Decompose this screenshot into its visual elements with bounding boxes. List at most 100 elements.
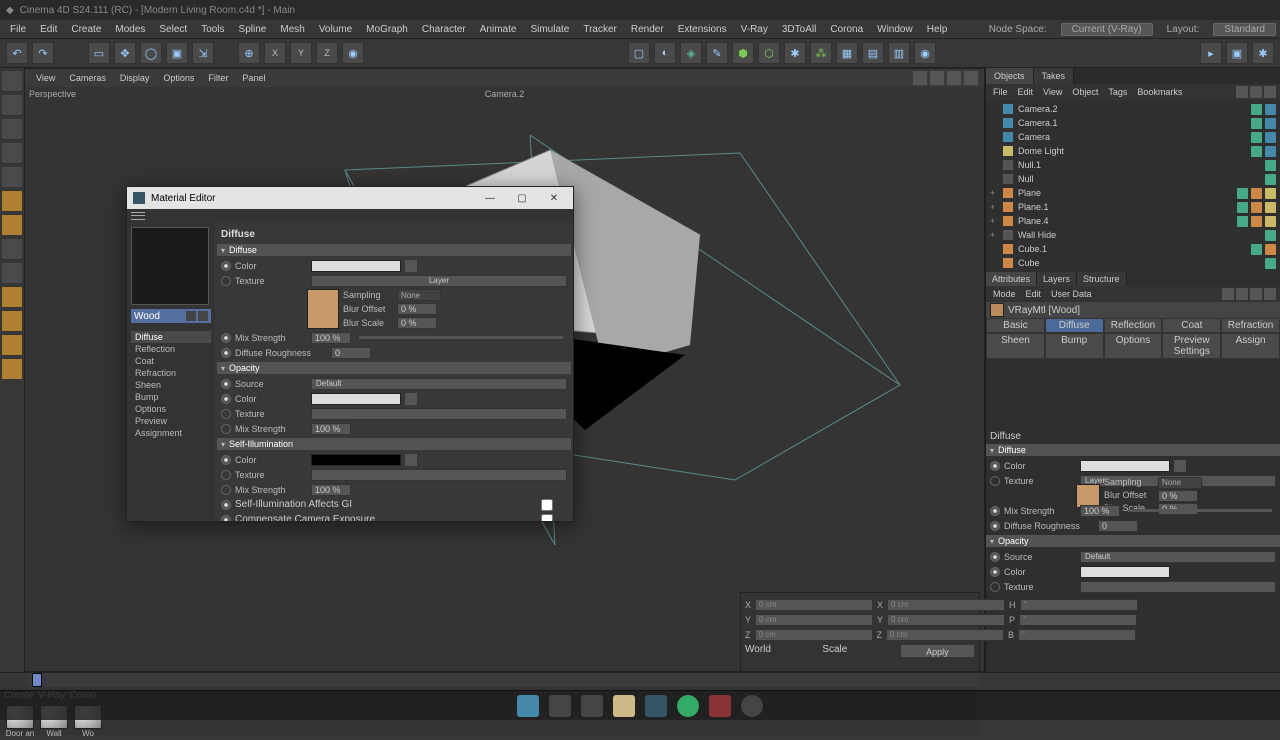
axis-z-icon[interactable]: Z — [316, 42, 338, 64]
menu-window[interactable]: Window — [871, 24, 919, 35]
tool-m5[interactable] — [1, 334, 23, 356]
hamburger-icon[interactable] — [131, 211, 145, 221]
app-icon[interactable] — [709, 695, 731, 717]
task-icon[interactable] — [581, 695, 603, 717]
tool-axis[interactable] — [1, 190, 23, 212]
tool-m2[interactable] — [1, 262, 23, 284]
deform-icon[interactable]: ✱ — [784, 42, 806, 64]
tree-item[interactable]: Cube — [986, 256, 1280, 270]
explorer-icon[interactable] — [613, 695, 635, 717]
menu-mograph[interactable]: MoGraph — [360, 24, 414, 35]
menu-3dtoall[interactable]: 3DToAll — [776, 24, 822, 35]
menu-render[interactable]: Render — [625, 24, 670, 35]
tool-edge[interactable] — [1, 142, 23, 164]
tab-takes[interactable]: Takes — [1034, 68, 1075, 84]
tree-item[interactable]: Null — [986, 172, 1280, 186]
tool-point[interactable] — [1, 118, 23, 140]
menu-select[interactable]: Select — [153, 24, 193, 35]
menu-simulate[interactable]: Simulate — [524, 24, 575, 35]
texture-thumb[interactable] — [307, 289, 339, 329]
channel-bump[interactable]: Bump — [131, 391, 211, 403]
search-icon[interactable] — [549, 695, 571, 717]
channel-diffuse[interactable]: Diffuse — [131, 331, 211, 343]
settings-icon[interactable]: ✱ — [1252, 42, 1274, 64]
tool-m1[interactable] — [1, 238, 23, 260]
texture-layer-button[interactable]: Layer — [311, 275, 567, 287]
place-icon[interactable]: ⇲ — [192, 42, 214, 64]
section-diffuse[interactable]: Diffuse — [217, 244, 571, 256]
compensate-checkbox[interactable] — [527, 514, 567, 522]
section-self-illum[interactable]: Self-Illumination — [217, 438, 571, 450]
menu-mesh[interactable]: Mesh — [274, 24, 310, 35]
channel-assignment[interactable]: Assignment — [131, 427, 211, 439]
channel-options[interactable]: Options — [131, 403, 211, 415]
menu-tracker[interactable]: Tracker — [577, 24, 623, 35]
tool-model[interactable] — [1, 70, 23, 92]
vol-icon[interactable]: ▦ — [836, 42, 858, 64]
tree-item[interactable]: +Plane — [986, 186, 1280, 200]
tree-item[interactable]: +Plane.1 — [986, 200, 1280, 214]
dialog-titlebar[interactable]: Material Editor — ▢ ✕ — [127, 187, 573, 209]
coord-icon[interactable]: ⊕ — [238, 42, 260, 64]
obs-icon[interactable] — [741, 695, 763, 717]
pv-icon[interactable]: ▣ — [1226, 42, 1248, 64]
tab-structure[interactable]: Structure — [1077, 272, 1127, 286]
menu-help[interactable]: Help — [921, 24, 954, 35]
menu-character[interactable]: Character — [416, 24, 472, 35]
maximize-button[interactable]: ▢ — [509, 190, 535, 206]
tree-item[interactable]: +Wall Hide — [986, 228, 1280, 242]
tree-item[interactable]: Dome Light — [986, 144, 1280, 158]
tree-item[interactable]: Camera.1 — [986, 116, 1280, 130]
menu-extensions[interactable]: Extensions — [672, 24, 733, 35]
select-icon[interactable]: ▭ — [88, 42, 110, 64]
field-icon[interactable]: ⬡ — [758, 42, 780, 64]
object-tree[interactable]: Camera.2Camera.1CameraDome LightNull.1Nu… — [986, 100, 1280, 272]
minimize-button[interactable]: — — [477, 190, 503, 206]
start-icon[interactable] — [517, 695, 539, 717]
menu-v-ray[interactable]: V-Ray — [735, 24, 774, 35]
undo-icon[interactable]: ↶ — [6, 42, 28, 64]
tab-attributes[interactable]: Attributes — [986, 272, 1037, 286]
cam-icon[interactable]: ▤ — [862, 42, 884, 64]
diffuse-roughness-input[interactable] — [1098, 520, 1138, 532]
tool-tex[interactable] — [1, 94, 23, 116]
tool-s[interactable] — [1, 358, 23, 380]
blur-offset-input[interactable] — [1158, 490, 1198, 502]
workplane-icon[interactable]: ◉ — [342, 42, 364, 64]
picker-icon[interactable] — [405, 260, 417, 272]
coord-mode[interactable]: World — [745, 644, 818, 655]
channel-reflection[interactable]: Reflection — [131, 343, 211, 355]
menu-animate[interactable]: Animate — [474, 24, 523, 35]
rotate-icon[interactable]: ◯ — [140, 42, 162, 64]
coord-scale[interactable]: Scale — [822, 644, 895, 655]
menu-tools[interactable]: Tools — [195, 24, 230, 35]
tab-objects[interactable]: Objects — [986, 68, 1034, 84]
menu-edit[interactable]: Edit — [34, 24, 63, 35]
timeline[interactable] — [28, 673, 980, 687]
channel-preview[interactable]: Preview — [131, 415, 211, 427]
cube-icon[interactable]: ▢ — [628, 42, 650, 64]
menu-volume[interactable]: Volume — [313, 24, 358, 35]
tree-item[interactable]: Camera — [986, 130, 1280, 144]
prim-icon[interactable]: ◈ — [680, 42, 702, 64]
gen-icon[interactable]: ⬢ — [732, 42, 754, 64]
picker-icon[interactable] — [1174, 460, 1186, 472]
tab-layers[interactable]: Layers — [1037, 272, 1077, 286]
windows-taskbar[interactable] — [0, 690, 1280, 720]
spline-icon[interactable]: ✎ — [706, 42, 728, 64]
cloner-icon[interactable]: ⁂ — [810, 42, 832, 64]
close-button[interactable]: ✕ — [541, 190, 567, 206]
menu-corona[interactable]: Corona — [824, 24, 869, 35]
material-preview[interactable] — [131, 227, 209, 305]
self-illum-gi-checkbox[interactable] — [527, 499, 567, 511]
tree-item[interactable]: +Plane.4 — [986, 214, 1280, 228]
scale-icon[interactable]: ▣ — [166, 42, 188, 64]
c4d-icon[interactable] — [645, 695, 667, 717]
channel-refraction[interactable]: Refraction — [131, 367, 211, 379]
axis-x-icon[interactable]: X — [264, 42, 286, 64]
pal-icon[interactable]: ▥ — [888, 42, 910, 64]
tool-m4[interactable] — [1, 310, 23, 332]
menu-modes[interactable]: Modes — [109, 24, 151, 35]
render-icon[interactable]: ▸ — [1200, 42, 1222, 64]
menu-create[interactable]: Create — [65, 24, 107, 35]
